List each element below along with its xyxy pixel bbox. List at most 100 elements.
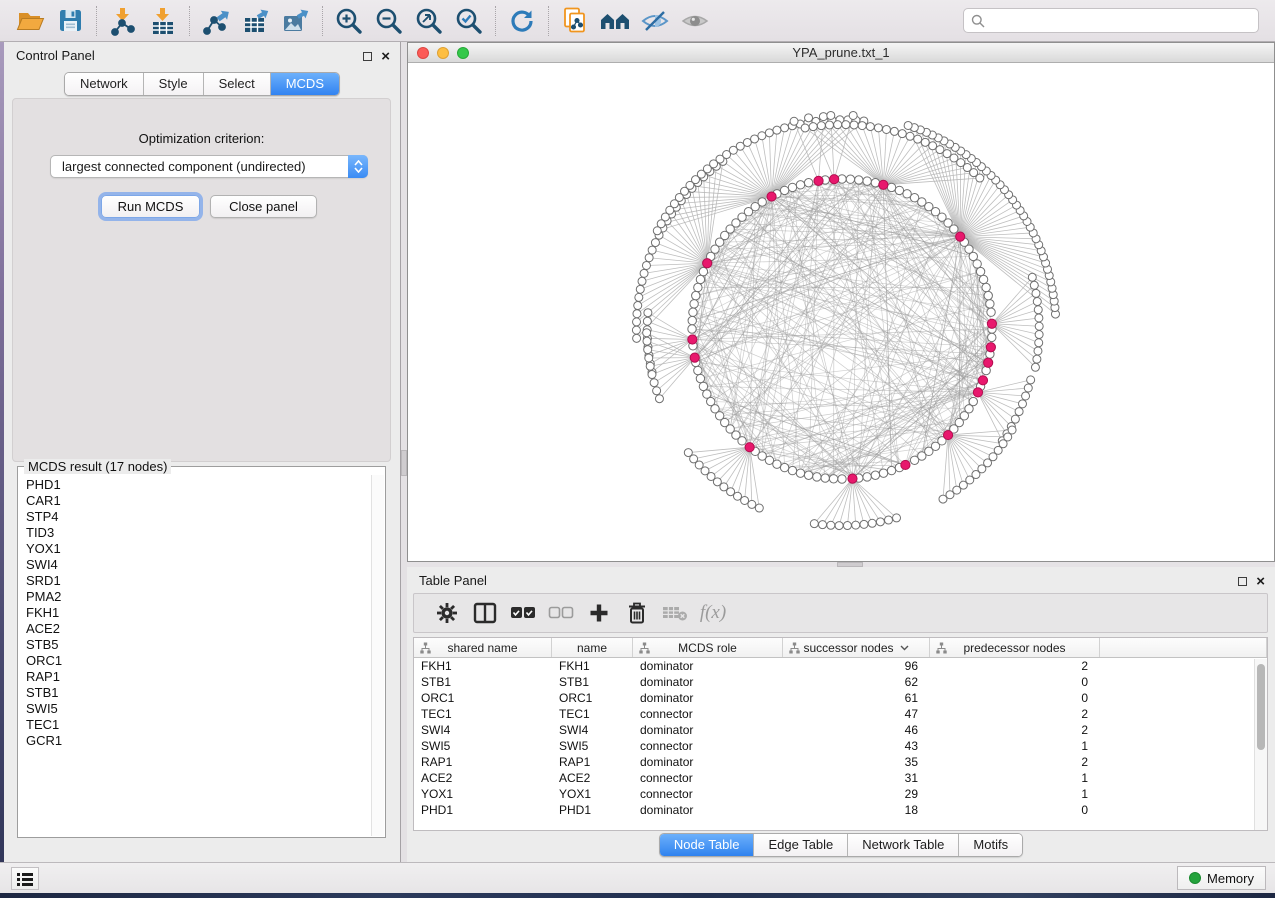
table-cell[interactable]: ORC1 (552, 690, 633, 706)
show-all-button[interactable] (675, 4, 715, 38)
delete-table-button[interactable] (656, 597, 694, 629)
table-cell[interactable]: connector (633, 738, 783, 754)
tab-edge-table[interactable]: Edge Table (753, 834, 847, 856)
mcds-result-item[interactable]: CAR1 (26, 493, 371, 509)
toggle-panel-layout-button[interactable] (466, 597, 504, 629)
table-cell[interactable]: 0 (930, 690, 1100, 706)
tab-mcds[interactable]: MCDS (270, 73, 339, 95)
table-row[interactable]: SWI4SWI4dominator462 (414, 722, 1267, 738)
table-cell[interactable]: dominator (633, 802, 783, 818)
export-table-button[interactable] (236, 4, 276, 38)
table-cell[interactable]: STB1 (414, 674, 552, 690)
table-cell[interactable]: SWI5 (552, 738, 633, 754)
table-cell[interactable]: 1 (930, 738, 1100, 754)
float-panel-icon[interactable] (363, 52, 372, 61)
table-cell[interactable]: SWI5 (414, 738, 552, 754)
column-header[interactable]: name (552, 638, 633, 657)
import-table-button[interactable] (143, 4, 183, 38)
zoom-in-button[interactable] (329, 4, 369, 38)
table-cell[interactable]: FKH1 (414, 658, 552, 674)
mcds-result-item[interactable]: TID3 (26, 525, 371, 541)
mcds-result-item[interactable]: ACE2 (26, 621, 371, 637)
function-builder-button[interactable]: f(x) (694, 597, 732, 629)
tab-node-table[interactable]: Node Table (660, 834, 754, 856)
run-mcds-button[interactable]: Run MCDS (101, 195, 200, 218)
table-cell[interactable]: RAP1 (552, 754, 633, 770)
table-row[interactable]: STB1STB1dominator620 (414, 674, 1267, 690)
deselect-all-button[interactable] (542, 597, 580, 629)
table-cell[interactable]: SWI4 (552, 722, 633, 738)
refresh-view-button[interactable] (502, 4, 542, 38)
table-row[interactable]: SWI5SWI5connector431 (414, 738, 1267, 754)
tab-select[interactable]: Select (203, 73, 270, 95)
mcds-result-item[interactable]: YOX1 (26, 541, 371, 557)
zoom-selected-button[interactable] (449, 4, 489, 38)
table-cell[interactable]: 2 (930, 658, 1100, 674)
mcds-result-item[interactable]: SWI4 (26, 557, 371, 573)
tab-style[interactable]: Style (143, 73, 203, 95)
column-header[interactable]: predecessor nodes (930, 638, 1100, 657)
table-cell[interactable]: 47 (783, 706, 930, 722)
network-canvas[interactable] (408, 63, 1274, 561)
tab-motifs[interactable]: Motifs (958, 834, 1022, 856)
table-cell[interactable]: connector (633, 786, 783, 802)
mcds-list-scrollbar[interactable] (371, 475, 384, 836)
new-network-from-selection-button[interactable] (555, 4, 595, 38)
table-cell[interactable]: dominator (633, 674, 783, 690)
select-all-button[interactable] (504, 597, 542, 629)
table-row[interactable]: RAP1RAP1dominator352 (414, 754, 1267, 770)
table-cell[interactable]: TEC1 (414, 706, 552, 722)
table-row[interactable]: YOX1YOX1connector291 (414, 786, 1267, 802)
save-session-button[interactable] (50, 4, 90, 38)
delete-columns-button[interactable] (618, 597, 656, 629)
first-neighbors-button[interactable] (595, 4, 635, 38)
mcds-result-item[interactable]: GCR1 (26, 733, 371, 749)
table-cell[interactable]: 0 (930, 802, 1100, 818)
table-cell[interactable]: RAP1 (414, 754, 552, 770)
close-panel-icon[interactable]: × (381, 52, 390, 61)
zoom-out-button[interactable] (369, 4, 409, 38)
export-network-button[interactable] (196, 4, 236, 38)
table-cell[interactable]: 1 (930, 786, 1100, 802)
add-column-button[interactable] (580, 597, 618, 629)
memory-button[interactable]: Memory (1177, 866, 1266, 890)
mcds-result-item[interactable]: STP4 (26, 509, 371, 525)
mcds-result-item[interactable]: TEC1 (26, 717, 371, 733)
mcds-result-item[interactable]: ORC1 (26, 653, 371, 669)
table-cell[interactable]: dominator (633, 722, 783, 738)
table-cell[interactable]: 29 (783, 786, 930, 802)
table-settings-button[interactable] (428, 597, 466, 629)
table-cell[interactable]: SWI4 (414, 722, 552, 738)
open-file-button[interactable] (10, 4, 50, 38)
mcds-result-item[interactable]: STB1 (26, 685, 371, 701)
table-row[interactable]: FKH1FKH1dominator962 (414, 658, 1267, 674)
table-cell[interactable]: FKH1 (552, 658, 633, 674)
table-cell[interactable]: dominator (633, 690, 783, 706)
show-panel-list-button[interactable] (11, 867, 39, 890)
table-row[interactable]: TEC1TEC1connector472 (414, 706, 1267, 722)
table-cell[interactable]: 35 (783, 754, 930, 770)
table-cell[interactable]: YOX1 (414, 786, 552, 802)
table-cell[interactable]: dominator (633, 658, 783, 674)
table-cell[interactable]: ORC1 (414, 690, 552, 706)
table-row[interactable]: ORC1ORC1dominator610 (414, 690, 1267, 706)
search-input[interactable] (990, 14, 1251, 28)
table-cell[interactable]: 62 (783, 674, 930, 690)
table-cell[interactable]: PHD1 (552, 802, 633, 818)
close-panel-button[interactable]: Close panel (210, 195, 317, 218)
mcds-result-item[interactable]: RAP1 (26, 669, 371, 685)
mcds-result-item[interactable]: SRD1 (26, 573, 371, 589)
optimization-criterion-dropdown[interactable]: largest connected component (undirected) (50, 155, 368, 178)
mcds-result-item[interactable]: SWI5 (26, 701, 371, 717)
float-panel-icon[interactable] (1238, 577, 1247, 586)
table-cell[interactable]: YOX1 (552, 786, 633, 802)
network-graph[interactable] (408, 63, 1274, 561)
table-cell[interactable]: STB1 (552, 674, 633, 690)
table-cell[interactable]: TEC1 (552, 706, 633, 722)
column-header[interactable]: shared name (414, 638, 552, 657)
tab-network[interactable]: Network (65, 73, 143, 95)
scrollbar-thumb[interactable] (1257, 664, 1265, 750)
table-row[interactable]: PHD1PHD1dominator180 (414, 802, 1267, 818)
table-row[interactable]: ACE2ACE2connector311 (414, 770, 1267, 786)
mcds-result-item[interactable]: FKH1 (26, 605, 371, 621)
